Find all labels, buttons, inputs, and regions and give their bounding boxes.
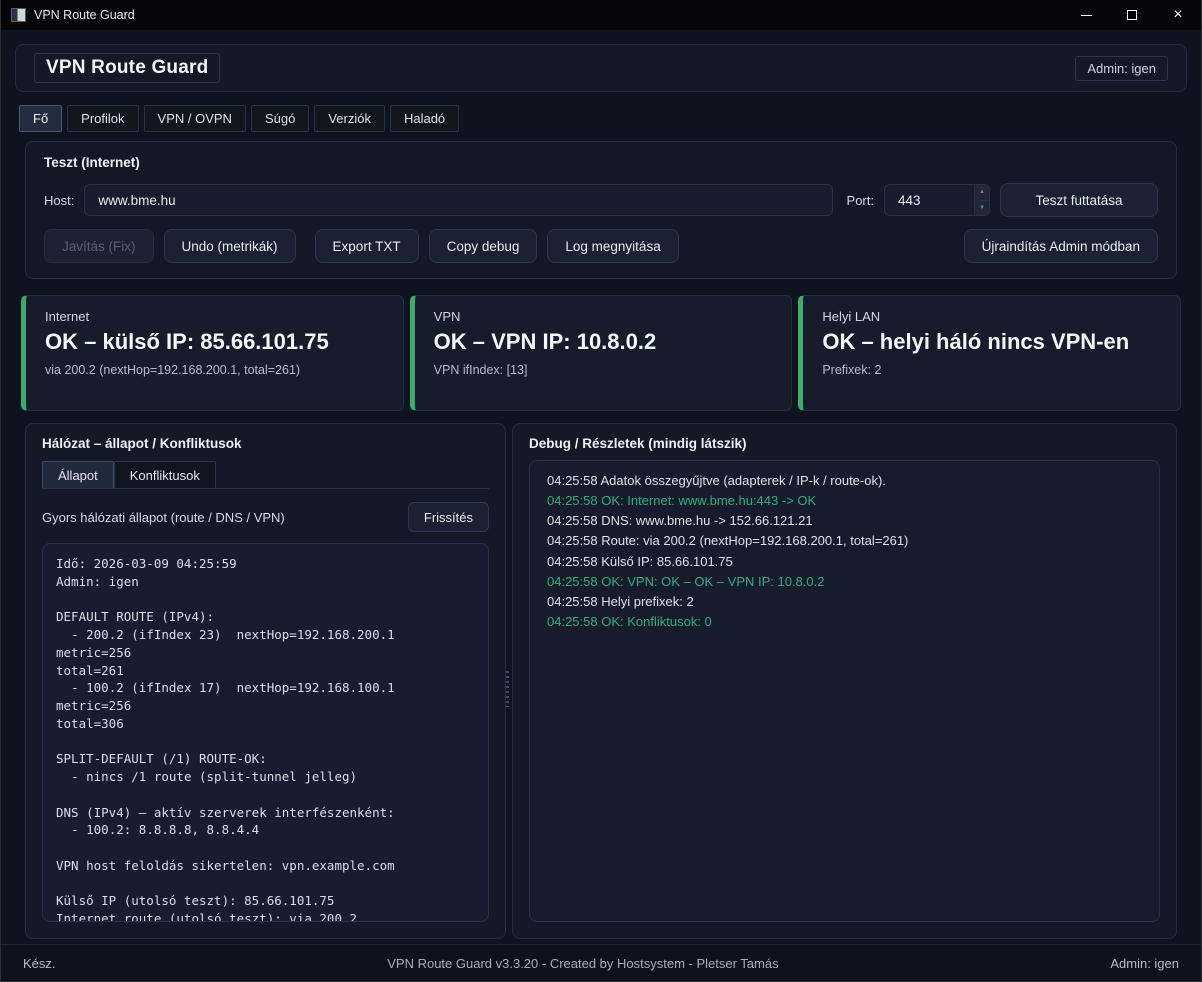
host-row: Host: Port: ▲ ▼ Teszt futtatása xyxy=(44,183,1158,217)
port-label: Port: xyxy=(847,193,874,208)
test-actions-row: Javítás (Fix) Undo (metrikák) Export TXT… xyxy=(44,229,1158,263)
quick-status-label: Gyors hálózati állapot (route / DNS / VP… xyxy=(42,510,408,525)
main-content: VPN Route Guard Admin: igen Fő Profilok … xyxy=(1,30,1201,939)
host-input[interactable] xyxy=(84,184,832,216)
debug-panel: Debug / Részletek (mindig látszik) 04:25… xyxy=(512,423,1177,939)
log-line: 04:25:58 Helyi prefixek: 2 xyxy=(547,592,1142,612)
internet-status-card: Internet OK – külső IP: 85.66.101.75 via… xyxy=(21,295,404,411)
subtab-konfliktusok[interactable]: Konfliktusok xyxy=(114,461,216,488)
run-test-button[interactable]: Teszt futtatása xyxy=(1000,183,1158,217)
status-bar: Kész. VPN Route Guard v3.3.20 - Created … xyxy=(1,944,1201,981)
network-subtab-bar: Állapot Konfliktusok xyxy=(42,461,489,489)
log-line: 04:25:58 OK: Konfliktusok: 0 xyxy=(547,612,1142,632)
app-window: VPN Route Guard × VPN Route Guard Admin:… xyxy=(0,0,1202,982)
window-title: VPN Route Guard xyxy=(34,8,135,22)
open-log-button[interactable]: Log megnyitása xyxy=(547,229,678,263)
log-line: 04:25:58 OK: Internet: www.bme.hu:443 ->… xyxy=(547,491,1142,511)
host-label: Host: xyxy=(44,193,74,208)
main-tab-bar: Fő Profilok VPN / OVPN Súgó Verziók Hala… xyxy=(19,105,1187,132)
lan-status-card: Helyi LAN OK – helyi háló nincs VPN-en P… xyxy=(798,295,1181,411)
tab-vpn-ovpn[interactable]: VPN / OVPN xyxy=(144,105,246,132)
card-label: Internet xyxy=(45,309,384,324)
card-detail: via 200.2 (nextHop=192.168.200.1, total=… xyxy=(45,363,384,377)
card-label: Helyi LAN xyxy=(822,309,1161,324)
log-line: 04:25:58 Route: via 200.2 (nextHop=192.1… xyxy=(547,531,1142,551)
vpn-status-card: VPN OK – VPN IP: 10.8.0.2 VPN ifIndex: [… xyxy=(410,295,793,411)
port-stepper: ▲ ▼ xyxy=(884,184,990,216)
panel-splitter-grip[interactable] xyxy=(504,671,511,707)
footer-admin-text: Admin: igen xyxy=(1110,956,1179,971)
card-detail: VPN ifIndex: [13] xyxy=(434,363,773,377)
copy-debug-button[interactable]: Copy debug xyxy=(429,229,538,263)
minimize-icon xyxy=(1081,15,1092,16)
spinner-down-icon[interactable]: ▼ xyxy=(975,200,989,216)
close-icon: × xyxy=(1173,7,1182,23)
tab-fo[interactable]: Fő xyxy=(19,105,62,132)
subtab-allapot[interactable]: Állapot xyxy=(42,461,114,488)
test-panel-title: Teszt (Internet) xyxy=(44,155,1158,170)
restart-admin-button[interactable]: Újraindítás Admin módban xyxy=(964,229,1158,263)
undo-metrics-button[interactable]: Undo (metrikák) xyxy=(164,229,296,263)
status-text: Kész. xyxy=(23,956,56,971)
tab-verziok[interactable]: Verziók xyxy=(314,105,385,132)
spinner-up-icon[interactable]: ▲ xyxy=(975,185,989,200)
maximize-icon xyxy=(1127,10,1137,20)
card-label: VPN xyxy=(434,309,773,324)
card-detail: Prefixek: 2 xyxy=(822,363,1161,377)
page-title: VPN Route Guard xyxy=(34,53,220,83)
test-internet-panel: Teszt (Internet) Host: Port: ▲ ▼ Teszt f… xyxy=(25,141,1177,279)
title-bar: VPN Route Guard × xyxy=(1,0,1201,30)
card-headline: OK – helyi háló nincs VPN-en xyxy=(822,329,1161,355)
tab-sugo[interactable]: Súgó xyxy=(251,105,309,132)
fix-button[interactable]: Javítás (Fix) xyxy=(44,229,154,263)
network-status-panel: Hálózat – állapot / Konfliktusok Állapot… xyxy=(25,423,506,939)
network-panel-title: Hálózat – állapot / Konfliktusok xyxy=(42,436,489,451)
tab-profilok[interactable]: Profilok xyxy=(67,105,138,132)
status-cards-row: Internet OK – külső IP: 85.66.101.75 via… xyxy=(21,295,1181,411)
minimize-button[interactable] xyxy=(1063,0,1109,30)
tab-halado[interactable]: Haladó xyxy=(390,105,459,132)
log-line: 04:25:58 Adatok összegyűjtve (adapterek … xyxy=(547,471,1142,491)
admin-badge: Admin: igen xyxy=(1075,56,1168,81)
bottom-panels-row: Hálózat – állapot / Konfliktusok Állapot… xyxy=(25,423,1177,939)
log-line: 04:25:58 OK: VPN: OK – OK – VPN IP: 10.8… xyxy=(547,572,1142,592)
version-text: VPN Route Guard v3.3.20 - Created by Hos… xyxy=(56,956,1111,971)
app-header: VPN Route Guard Admin: igen xyxy=(15,44,1187,92)
close-button[interactable]: × xyxy=(1155,0,1201,30)
log-line: 04:25:58 DNS: www.bme.hu -> 152.66.121.2… xyxy=(547,511,1142,531)
log-line: 04:25:58 Külső IP: 85.66.101.75 xyxy=(547,552,1142,572)
export-txt-button[interactable]: Export TXT xyxy=(315,229,419,263)
refresh-button[interactable]: Frissítés xyxy=(408,502,489,532)
network-status-textbox[interactable]: Idő: 2026-03-09 04:25:59 Admin: igen DEF… xyxy=(42,543,489,922)
card-headline: OK – külső IP: 85.66.101.75 xyxy=(45,329,384,355)
app-icon xyxy=(11,8,26,22)
port-spinner: ▲ ▼ xyxy=(974,185,989,215)
card-headline: OK – VPN IP: 10.8.0.2 xyxy=(434,329,773,355)
quick-status-row: Gyors hálózati állapot (route / DNS / VP… xyxy=(42,502,489,532)
debug-panel-title: Debug / Részletek (mindig látszik) xyxy=(529,436,1160,451)
maximize-button[interactable] xyxy=(1109,0,1155,30)
debug-log-box[interactable]: 04:25:58 Adatok összegyűjtve (adapterek … xyxy=(529,460,1160,922)
